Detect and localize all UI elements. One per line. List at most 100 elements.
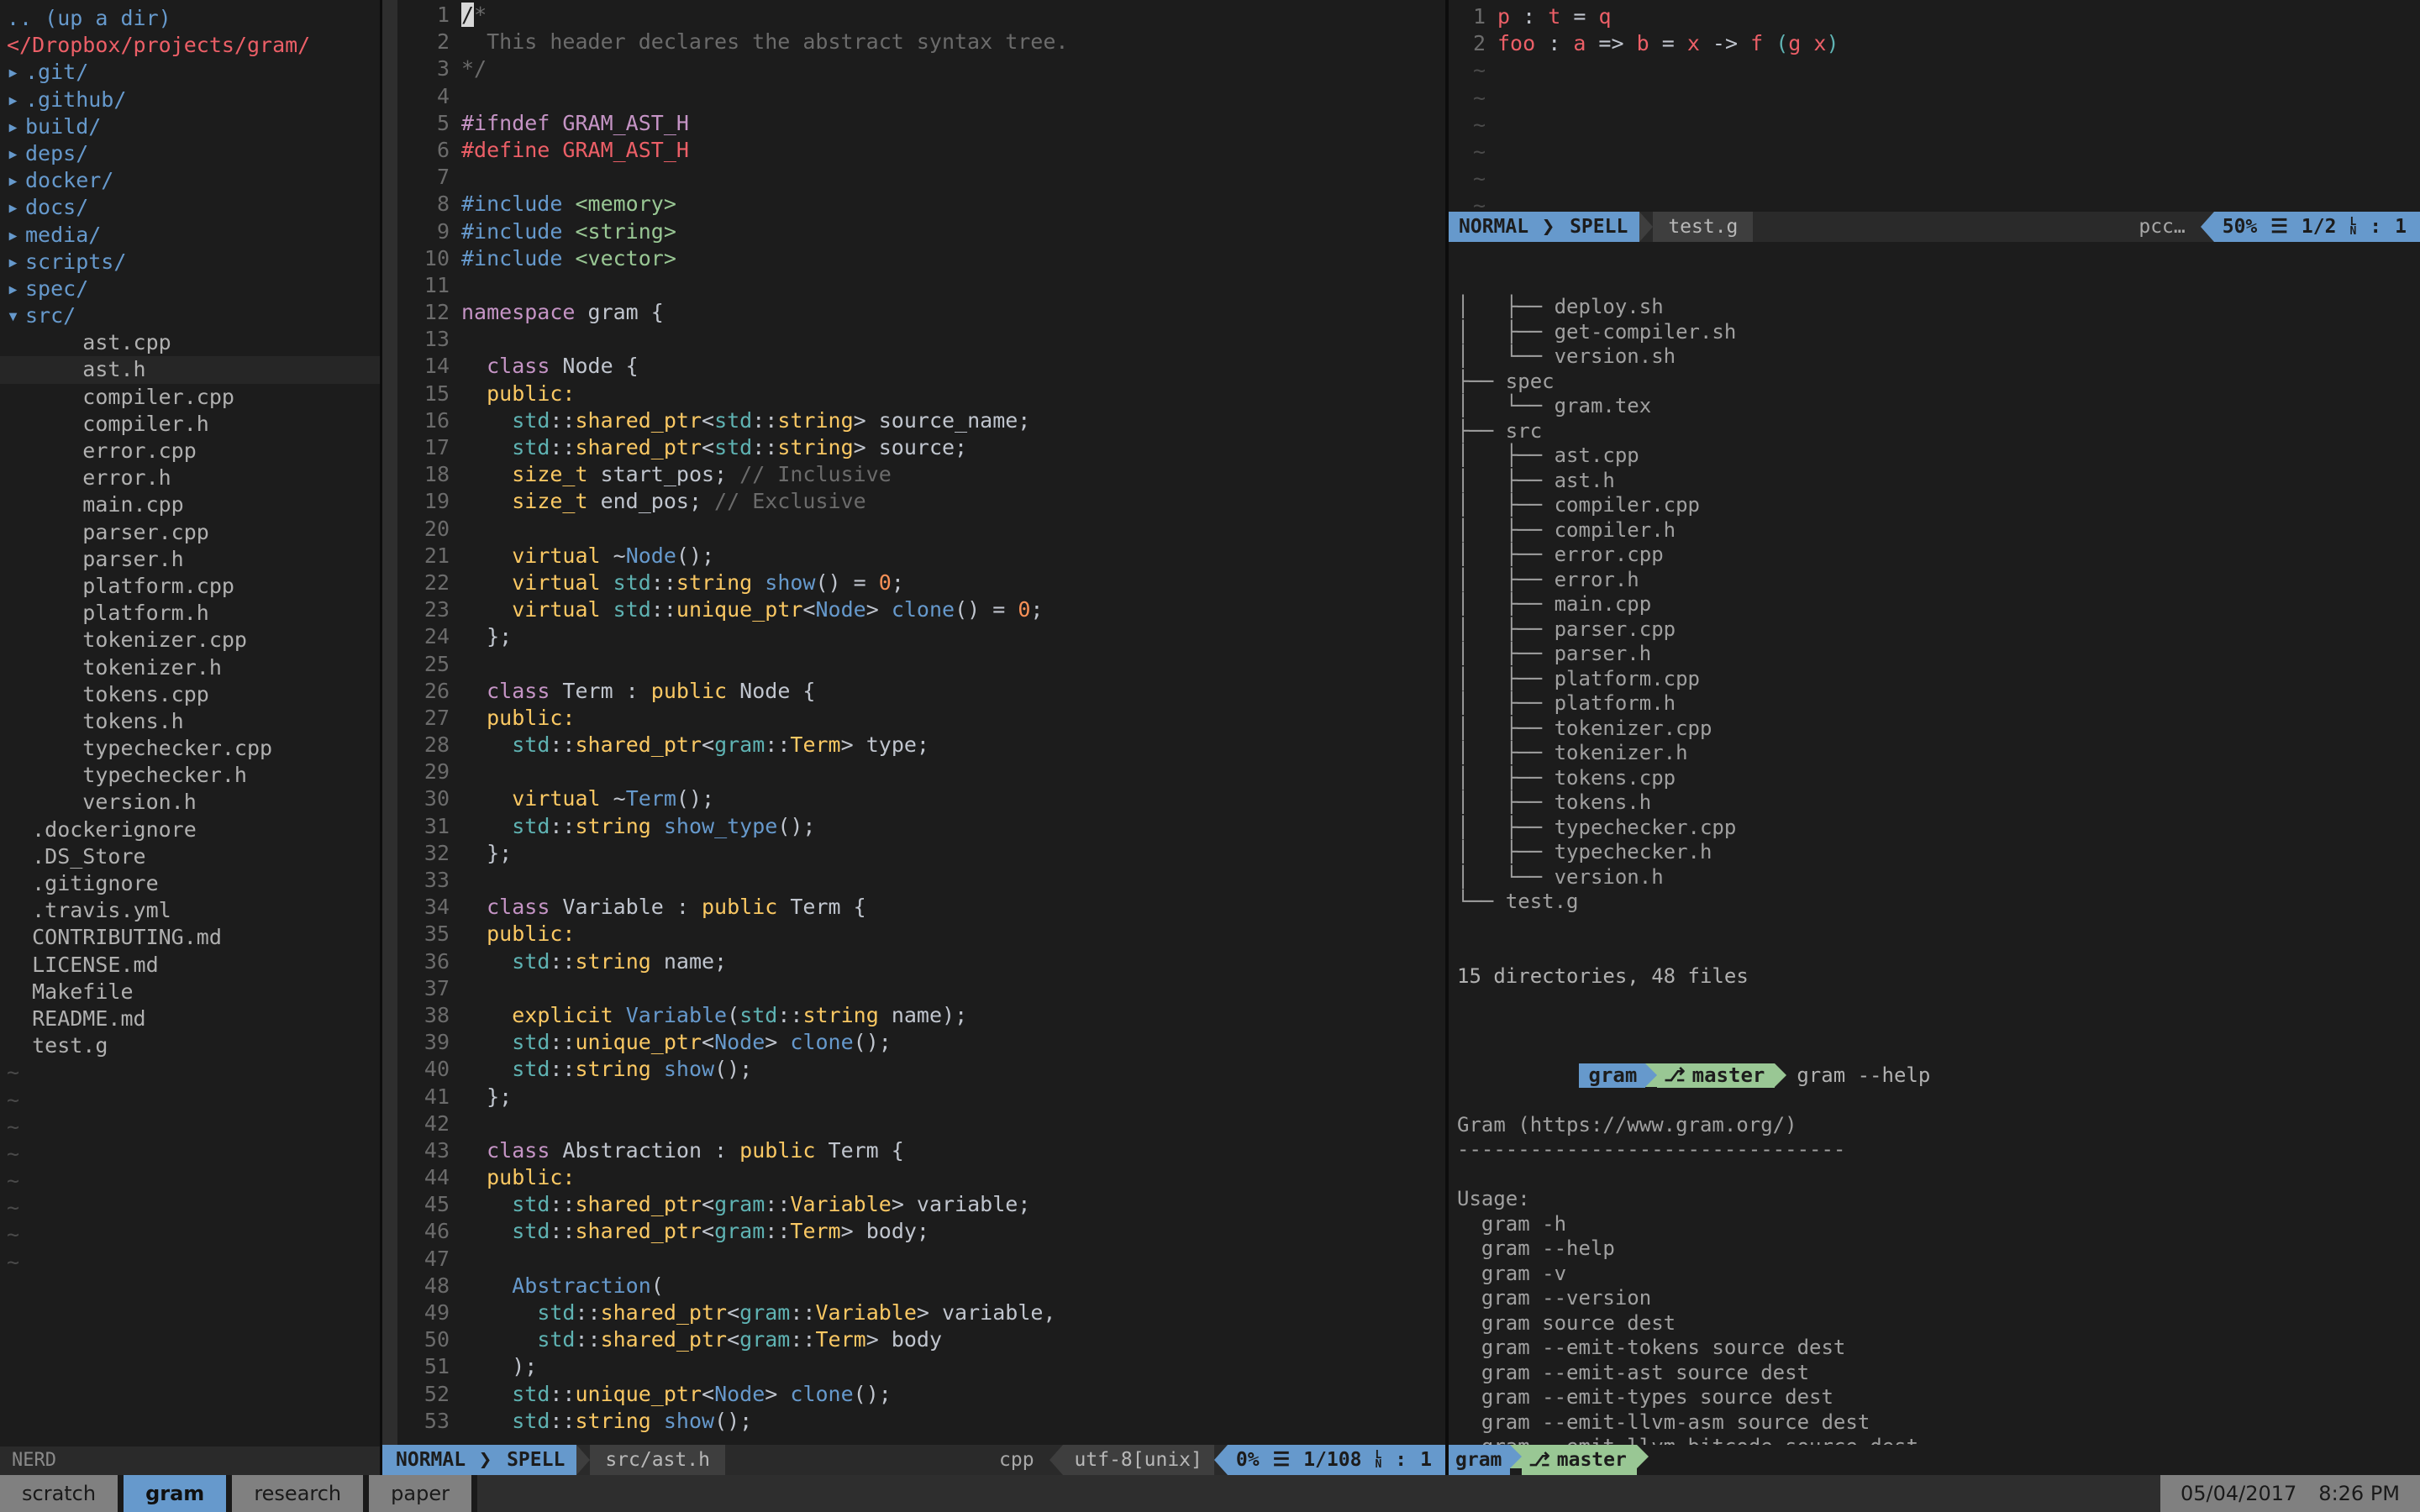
nerdtree-item-docs[interactable]: ▸ docs/: [0, 194, 382, 221]
editor-code-area[interactable]: 1 2 3 4 5 6 7 8 9 10 11 12 13 14 15 16 17 18 19 20 21 22 23 24 2…: [397, 0, 1445, 1445]
nerdtree-file-dockerignore[interactable]: .dockerignore: [0, 816, 382, 843]
editor-code-line[interactable]: #include <memory>: [461, 191, 1445, 218]
editor-code-line[interactable]: std::shared_ptr<gram::Term> body;: [461, 1218, 1445, 1245]
editor-code-line[interactable]: std::shared_ptr<std::string> source;: [461, 434, 1445, 461]
editor-code-line[interactable]: /*: [461, 2, 1445, 29]
nerdtree-file-DSStore[interactable]: .DS_Store: [0, 843, 382, 870]
editor-code-line[interactable]: };: [461, 840, 1445, 867]
editor-code-line[interactable]: [461, 164, 1445, 191]
editor-code-line[interactable]: std::unique_ptr<Node> clone();: [461, 1381, 1445, 1408]
testg-source-lines[interactable]: p : t = q foo : a => b = x -> f (g x): [1486, 2, 2420, 212]
editor-code-line[interactable]: [461, 1110, 1445, 1137]
nerdtree-file-astcpp[interactable]: ast.cpp: [0, 329, 382, 356]
nerdtree-item-github[interactable]: ▸ .github/: [0, 87, 382, 113]
nerdtree-item-docker[interactable]: ▸ docker/: [0, 167, 382, 194]
nerdtree-file-Makefile[interactable]: Makefile: [0, 979, 382, 1005]
nerdtree-file-errorcpp[interactable]: error.cpp: [0, 438, 382, 465]
taskbar[interactable]: scratch gram research paper 05/04/2017 8:26…: [0, 1475, 2420, 1512]
right-column[interactable]: 1 2 ~ ~ ~ ~ ~ ~ p : t = q foo : a => b = x -> f …: [1445, 0, 2420, 1475]
editor-code-line[interactable]: [461, 83, 1445, 110]
editor-code-line[interactable]: Abstraction(: [461, 1273, 1445, 1299]
nerdtree-file-parserh[interactable]: parser.h: [0, 546, 382, 573]
nerdtree-file-maincpp[interactable]: main.cpp: [0, 491, 382, 518]
editor-code-line[interactable]: };: [461, 1084, 1445, 1110]
nerdtree-item-media[interactable]: ▸ media/: [0, 222, 382, 249]
editor-code-line[interactable]: std::shared_ptr<gram::Variable> variable…: [461, 1299, 1445, 1326]
testg-body[interactable]: 1 2 ~ ~ ~ ~ ~ ~ p : t = q foo : a => b = x -> f …: [1445, 0, 2420, 212]
editor-code-line[interactable]: virtual ~Node();: [461, 543, 1445, 570]
testg-editor-pane[interactable]: 1 2 ~ ~ ~ ~ ~ ~ p : t = q foo : a => b = x -> f …: [1445, 0, 2420, 242]
nerdtree-sidebar[interactable]: .. (up a dir) </Dropbox/projects/gram/ ▸…: [0, 0, 382, 1475]
taskbar-tab-research[interactable]: research: [232, 1475, 364, 1512]
nerdtree-file-tokenscpp[interactable]: tokens.cpp: [0, 681, 382, 708]
nerdtree-file-compilerh[interactable]: compiler.h: [0, 411, 382, 438]
editor-code-line[interactable]: #include <string>: [461, 218, 1445, 245]
editor-code-line[interactable]: namespace gram {: [461, 299, 1445, 326]
editor-code-line[interactable]: );: [461, 1353, 1445, 1380]
editor-code-line[interactable]: class Term : public Node {: [461, 678, 1445, 705]
editor-code-line[interactable]: #ifndef GRAM_AST_H: [461, 110, 1445, 137]
nerdtree-item-git[interactable]: ▸ .git/: [0, 59, 382, 86]
nerdtree-file-tokenizercpp[interactable]: tokenizer.cpp: [0, 627, 382, 654]
editor-code-line[interactable]: [461, 272, 1445, 299]
main-editor-pane[interactable]: 1 2 3 4 5 6 7 8 9 10 11 12 13 14 15 16 17 18 19 20 21 22 23 24 2…: [382, 0, 1445, 1475]
editor-code-line[interactable]: size_t end_pos; // Exclusive: [461, 488, 1445, 515]
editor-code-line[interactable]: class Abstraction : public Term {: [461, 1137, 1445, 1164]
editor-code-line[interactable]: [461, 326, 1445, 353]
editor-code-line[interactable]: std::unique_ptr<Node> clone();: [461, 1029, 1445, 1056]
terminal-pane[interactable]: │ ├── deploy.sh │ ├── get-compiler.sh │ └─…: [1445, 242, 2420, 1445]
editor-code-line[interactable]: public:: [461, 921, 1445, 948]
editor-code-line[interactable]: #include <vector>: [461, 245, 1445, 272]
editor-code-line[interactable]: public:: [461, 381, 1445, 407]
editor-code-line[interactable]: [461, 759, 1445, 785]
editor-code-line[interactable]: [461, 651, 1445, 678]
nerdtree-file-travisyml[interactable]: .travis.yml: [0, 897, 382, 924]
editor-code-line[interactable]: virtual std::unique_ptr<Node> clone() = …: [461, 596, 1445, 623]
editor-code-line[interactable]: virtual std::string show() = 0;: [461, 570, 1445, 596]
nerdtree-file-tokensh[interactable]: tokens.h: [0, 708, 382, 735]
editor-code-line[interactable]: */: [461, 55, 1445, 82]
nerdtree-file-testg[interactable]: test.g: [0, 1032, 382, 1059]
editor-code-line[interactable]: std::string show();: [461, 1056, 1445, 1083]
nerdtree-file-parsercpp[interactable]: parser.cpp: [0, 519, 382, 546]
nerdtree-file-typecheckerh[interactable]: typechecker.h: [0, 762, 382, 789]
testg-code-line[interactable]: foo : a => b = x -> f (g x): [1497, 30, 2420, 57]
editor-code-line[interactable]: public:: [461, 1164, 1445, 1191]
editor-code-line[interactable]: std::string show();: [461, 1408, 1445, 1435]
nerdtree-file-errorh[interactable]: error.h: [0, 465, 382, 491]
editor-code-line[interactable]: virtual ~Term();: [461, 785, 1445, 812]
editor-code-line[interactable]: class Variable : public Term {: [461, 894, 1445, 921]
nerdtree-item-scripts[interactable]: ▸ scripts/: [0, 249, 382, 276]
nerdtree-file-asth[interactable]: ast.h: [0, 356, 382, 384]
nerdtree-item-build[interactable]: ▸ build/: [0, 113, 382, 140]
nerdtree-file-CONTRIBUTINGmd[interactable]: CONTRIBUTING.md: [0, 924, 382, 951]
taskbar-tab-gram[interactable]: gram: [124, 1475, 227, 1512]
editor-code-line[interactable]: public:: [461, 705, 1445, 732]
taskbar-tabs[interactable]: scratch gram research paper: [0, 1475, 477, 1512]
nerdtree-file-tokenizerh[interactable]: tokenizer.h: [0, 654, 382, 681]
editor-code-line[interactable]: std::string name;: [461, 948, 1445, 975]
editor-code-line[interactable]: [461, 516, 1445, 543]
nerdtree-item-spec[interactable]: ▸ spec/: [0, 276, 382, 302]
editor-code-line[interactable]: [461, 975, 1445, 1002]
taskbar-tab-scratch[interactable]: scratch: [0, 1475, 118, 1512]
editor-code-line[interactable]: std::string show_type();: [461, 813, 1445, 840]
nerdtree-root-path[interactable]: </Dropbox/projects/gram/: [0, 32, 382, 59]
editor-code-line[interactable]: [461, 867, 1445, 894]
editor-code-line[interactable]: This header declares the abstract syntax…: [461, 29, 1445, 55]
nerdtree-file-LICENSEmd[interactable]: LICENSE.md: [0, 952, 382, 979]
editor-code-line[interactable]: std::shared_ptr<gram::Term> body: [461, 1326, 1445, 1353]
editor-code-line[interactable]: class Node {: [461, 353, 1445, 380]
editor-code-line[interactable]: [461, 1246, 1445, 1273]
editor-body[interactable]: 1 2 3 4 5 6 7 8 9 10 11 12 13 14 15 16 17 18 19 20 21 22 23 24 2…: [382, 0, 1445, 1445]
editor-source-lines[interactable]: /* This header declares the abstract syn…: [450, 0, 1445, 1445]
nerdtree-file-READMEmd[interactable]: README.md: [0, 1005, 382, 1032]
nerdtree-up-a-dir[interactable]: .. (up a dir): [0, 5, 382, 32]
editor-code-line[interactable]: std::shared_ptr<gram::Variable> variable…: [461, 1191, 1445, 1218]
taskbar-tab-paper[interactable]: paper: [369, 1475, 471, 1512]
nerdtree-file-platformcpp[interactable]: platform.cpp: [0, 573, 382, 600]
editor-code-line[interactable]: std::shared_ptr<std::string> source_name…: [461, 407, 1445, 434]
editor-code-line[interactable]: #define GRAM_AST_H: [461, 137, 1445, 164]
nerdtree-file-compilercpp[interactable]: compiler.cpp: [0, 384, 382, 411]
nerdtree-item-deps[interactable]: ▸ deps/: [0, 140, 382, 167]
